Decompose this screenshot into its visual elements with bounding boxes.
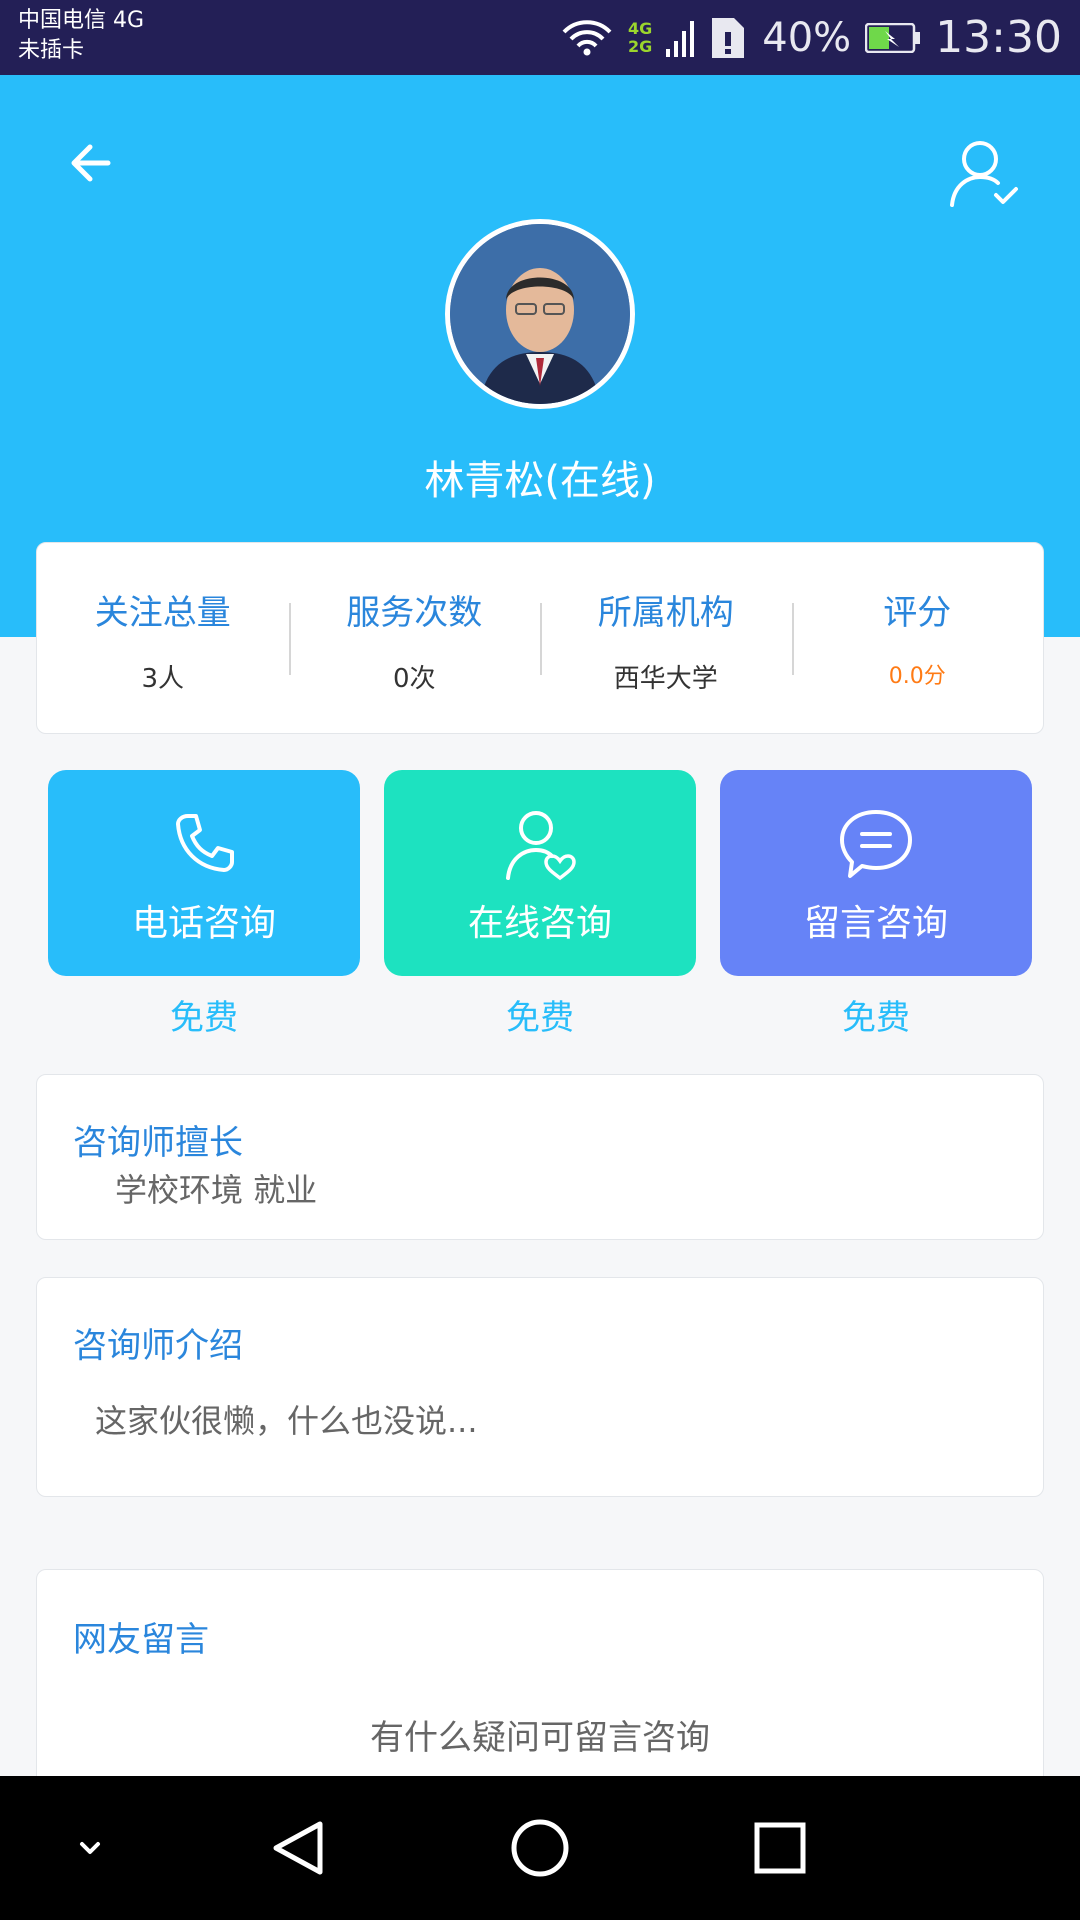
recents-square-icon[interactable]	[732, 1800, 828, 1896]
online-consult-price: 免费	[506, 998, 574, 1038]
intro-text: 这家伙很懒，什么也没说...	[95, 1402, 478, 1440]
expertise-text: 学校环境 就业	[115, 1171, 318, 1209]
stat-label: 评分	[883, 593, 952, 633]
network-type: 4G 2G	[628, 18, 653, 56]
status-bar: 中国电信 4G 未插卡 4G 2G 40% 13:30	[0, 0, 1080, 75]
stat-label: 服务次数	[346, 593, 483, 633]
stat-rating: 评分 0.0分	[791, 543, 1044, 733]
expertise-title: 咨询师擅长	[73, 1123, 243, 1163]
clock: 13:30	[935, 12, 1062, 63]
battery-icon	[865, 22, 921, 53]
comments-title: 网友留言	[73, 1620, 209, 1660]
stat-label: 所属机构	[597, 593, 734, 633]
intro-card: 咨询师介绍 这家伙很懒，什么也没说...	[36, 1277, 1044, 1497]
user-heart-icon	[506, 811, 576, 881]
phone-consult-price: 免费	[170, 998, 238, 1038]
status-icons: 4G 2G 40% 13:30	[560, 0, 1062, 75]
message-consult-button[interactable]: 留言咨询	[720, 770, 1032, 976]
chat-bubble-icon	[840, 810, 912, 878]
online-consult-button[interactable]: 在线咨询	[384, 770, 696, 976]
user-check-icon[interactable]	[946, 135, 1022, 211]
stat-services: 服务次数 0次	[288, 543, 541, 733]
sim-icon	[712, 17, 745, 58]
portrait-image	[450, 224, 630, 404]
battery-percent: 40%	[762, 14, 852, 61]
stat-value: 3人	[141, 664, 185, 694]
stat-value: 0.0分	[888, 664, 946, 689]
back-arrow-icon[interactable]	[64, 135, 120, 191]
phone-icon	[176, 814, 234, 872]
stat-value: 0次	[392, 664, 436, 694]
avatar	[445, 219, 635, 409]
action-label: 留言咨询	[803, 903, 948, 944]
stats-card: 关注总量 3人 服务次数 0次 所属机构 西华大学 评分 0.0分	[36, 542, 1044, 734]
action-label: 在线咨询	[467, 903, 612, 944]
phone-consult-button[interactable]: 电话咨询	[48, 770, 360, 976]
stat-followers: 关注总量 3人	[37, 543, 289, 733]
carrier-name: 中国电信 4G	[18, 8, 145, 33]
stat-value: 西华大学	[613, 664, 718, 694]
intro-title: 咨询师介绍	[73, 1326, 243, 1366]
back-triangle-icon[interactable]	[252, 1800, 348, 1896]
net-2g-label: 2G	[628, 36, 653, 56]
counselor-name: 林青松(在线)	[424, 458, 656, 504]
carrier-info: 中国电信 4G 未插卡	[18, 6, 144, 66]
stat-institution: 所属机构 西华大学	[540, 543, 792, 733]
stat-label: 关注总量	[94, 593, 231, 633]
home-circle-icon[interactable]	[492, 1800, 588, 1896]
action-label: 电话咨询	[131, 903, 276, 944]
consult-actions: 电话咨询 在线咨询 留言咨询	[48, 770, 1032, 980]
comments-empty-text: 有什么疑问可留言咨询	[370, 1718, 710, 1758]
signal-icon	[666, 20, 695, 57]
navigation-bar	[0, 1776, 1080, 1920]
sim-status: 未插卡	[18, 38, 85, 63]
price-row: 免费 免费 免费	[48, 990, 1032, 1039]
message-consult-price: 免费	[842, 998, 910, 1038]
expertise-card: 咨询师擅长 学校环境 就业	[36, 1074, 1044, 1240]
wifi-icon	[562, 19, 612, 55]
net-4g-label: 4G	[628, 18, 653, 38]
chevron-down-icon[interactable]	[42, 1800, 138, 1896]
